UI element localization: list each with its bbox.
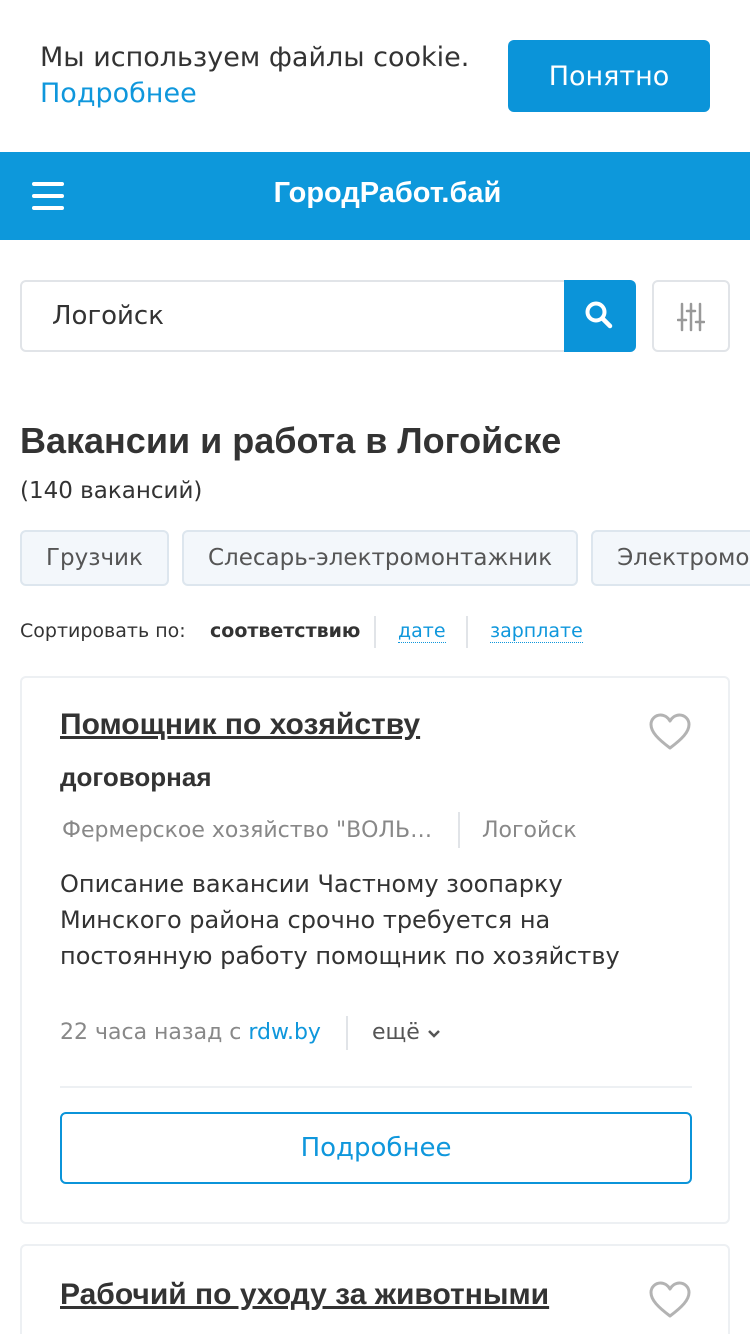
card-divider <box>60 1086 692 1088</box>
main-content: Вакансии и работа в Логойске (140 ваканс… <box>0 240 750 1334</box>
site-logo[interactable]: ГородРабот.бай <box>0 177 750 210</box>
search-icon <box>585 301 613 329</box>
chevron-down-icon <box>427 1030 440 1038</box>
job-source-link[interactable]: rdw.by <box>248 1020 321 1045</box>
vacancy-count: (140 вакансий) <box>20 478 203 504</box>
job-posted-time: 22 часа назад с <box>60 1020 249 1045</box>
cookie-more-link[interactable]: Подробнее <box>40 76 469 112</box>
job-card: Рабочий по уходу за животными <box>20 1244 730 1334</box>
job-title-link[interactable]: Рабочий по уходу за животными <box>60 1278 549 1312</box>
job-details-button[interactable]: Подробнее <box>60 1112 692 1184</box>
job-card: Помощник по хозяйству договорная Фермерс… <box>20 676 730 1224</box>
sort-label: Сортировать по: <box>20 620 186 642</box>
chip-electrician[interactable]: Электромонтер <box>591 530 750 586</box>
search-button[interactable] <box>564 280 636 352</box>
heart-icon[interactable] <box>648 1280 692 1320</box>
cookie-text: Мы используем файлы cookie. <box>40 42 470 73</box>
chip-electrician-fitter[interactable]: Слесарь-электромонтажник <box>182 530 579 586</box>
site-header: ГородРабот.бай <box>0 152 750 240</box>
filter-sliders-icon <box>677 302 705 332</box>
cookie-banner: Мы используем файлы cookie. Подробнее По… <box>0 0 750 152</box>
job-more-toggle[interactable]: ещё <box>372 1020 441 1045</box>
job-salary: договорная <box>60 762 212 792</box>
job-title-link[interactable]: Помощник по хозяйству <box>60 708 420 742</box>
job-more-label: ещё <box>372 1020 420 1045</box>
sort-by-salary[interactable]: зарплате <box>490 620 583 643</box>
sort-by-date[interactable]: дате <box>398 620 446 643</box>
cookie-message: Мы используем файлы cookie. Подробнее <box>40 40 469 112</box>
heart-icon[interactable] <box>648 712 692 752</box>
job-description: Описание вакансии Частному зоопарку Минс… <box>60 870 620 970</box>
search-bar <box>20 280 636 352</box>
filter-button[interactable] <box>652 280 730 352</box>
cookie-accept-button[interactable]: Понятно <box>508 40 710 112</box>
job-posted: 22 часа назад с rdw.by <box>60 1020 321 1045</box>
related-searches: Грузчик Слесарь-электромонтажник Электро… <box>20 530 750 586</box>
page-title: Вакансии и работа в Логойске <box>20 420 562 461</box>
search-input[interactable] <box>22 282 566 350</box>
job-city: Логойск <box>482 818 577 843</box>
job-company: Фермерское хозяйство "ВОЛЬНАЯ ЗЕМЛЯ" <box>62 818 434 843</box>
meta-divider <box>458 812 460 848</box>
chip-loader[interactable]: Грузчик <box>20 530 169 586</box>
sort-divider <box>466 616 468 648</box>
meta-divider <box>346 1016 348 1050</box>
sort-relevance: соответствию <box>210 620 361 642</box>
sort-divider <box>374 616 376 648</box>
